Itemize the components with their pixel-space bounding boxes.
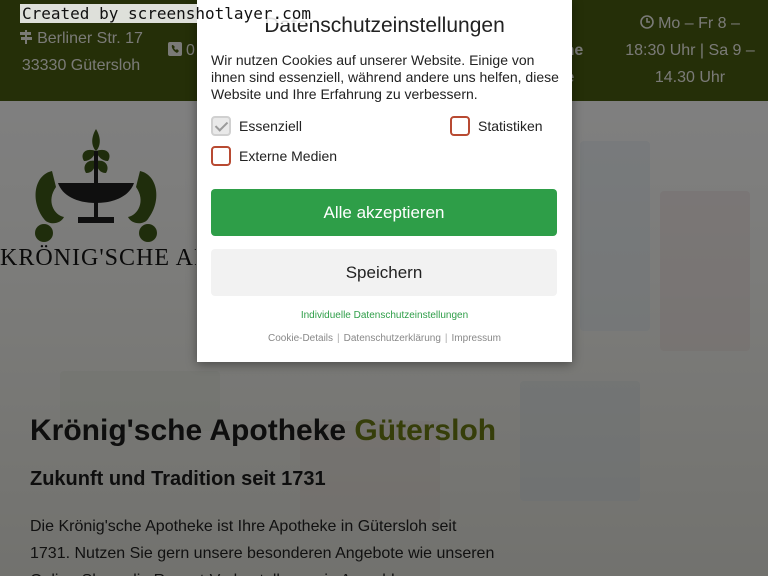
separator: | — [337, 333, 340, 344]
imprint-link[interactable]: Impressum — [452, 333, 501, 344]
checkbox-externe-medien[interactable]: Externe Medien — [211, 146, 337, 166]
checkbox-statistiken[interactable]: Statistiken — [450, 116, 543, 136]
privacy-policy-link[interactable]: Datenschutzerklärung — [344, 333, 441, 344]
accept-all-button[interactable]: Alle akzeptieren — [211, 189, 557, 236]
cookie-details-link[interactable]: Cookie-Details — [268, 333, 333, 344]
checkbox-essenziell-box[interactable] — [211, 116, 231, 136]
cookie-consent-dialog: Datenschutzeinstellungen Wir nutzen Cook… — [197, 0, 572, 362]
checkbox-externe-medien-label: Externe Medien — [239, 148, 338, 164]
save-button[interactable]: Speichern — [211, 249, 557, 296]
separator: | — [444, 333, 448, 344]
watermark: Created by screenshotlayer.com — [20, 4, 313, 23]
checkbox-essenziell[interactable]: Essenziell — [211, 116, 302, 136]
checkbox-essenziell-label: Essenziell — [239, 118, 303, 134]
checkbox-statistiken-label: Statistiken — [478, 118, 543, 134]
dialog-footer-links: Cookie-Details | Datenschutzerklärung | Impr… — [197, 333, 572, 344]
checkbox-externe-medien-box[interactable] — [211, 146, 231, 166]
individual-settings-link[interactable]: Individuelle Datenschutzeinstellungen — [197, 310, 572, 321]
checkbox-statistiken-box[interactable] — [450, 116, 470, 136]
dialog-description: Wir nutzen Cookies auf unserer Website. … — [211, 52, 559, 102]
